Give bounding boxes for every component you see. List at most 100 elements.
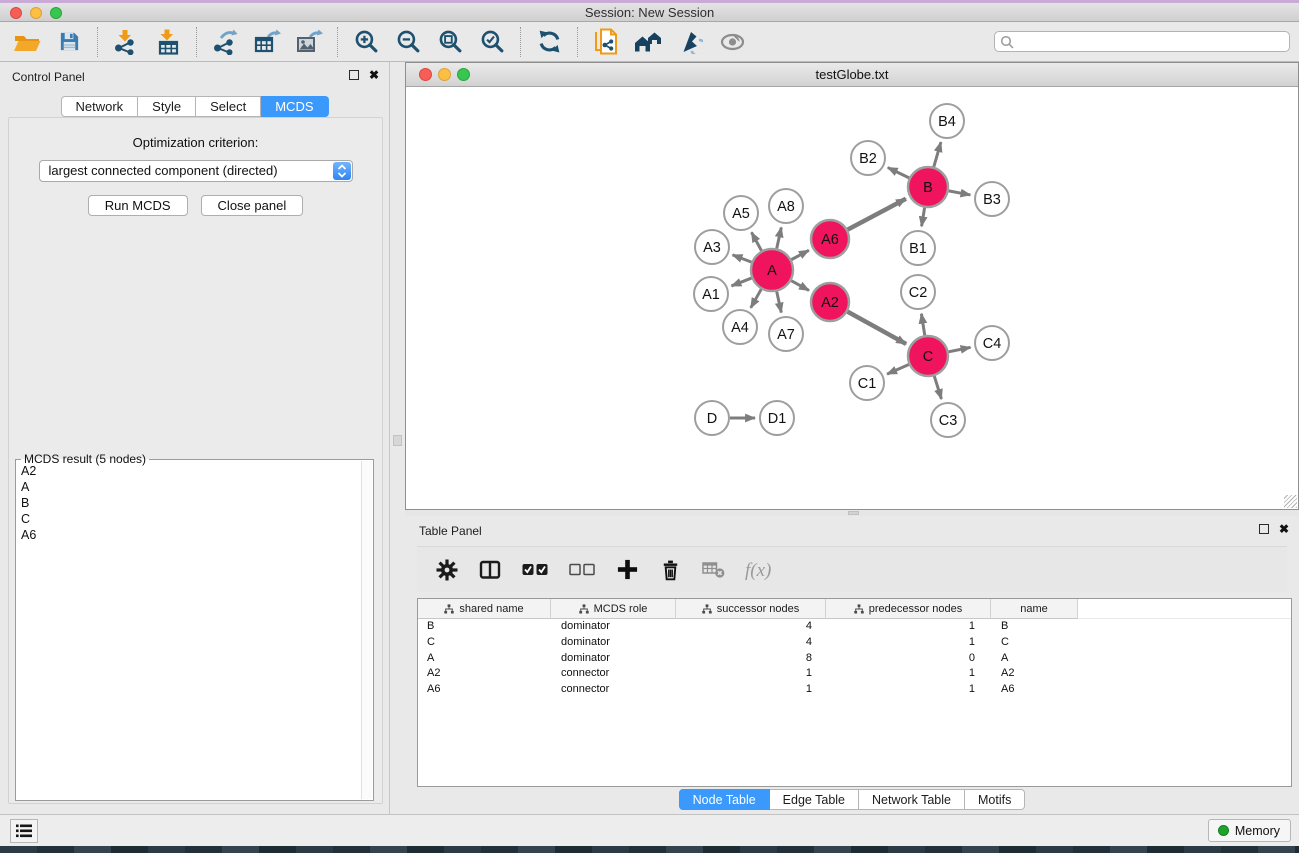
- table-cell[interactable]: 1: [826, 619, 991, 635]
- graph-edge-B-B4[interactable]: [934, 142, 941, 167]
- close-panel-icon[interactable]: ✖: [369, 70, 379, 80]
- zoom-selected-icon[interactable]: [477, 27, 507, 57]
- vertical-splitter[interactable]: [391, 62, 405, 814]
- main-titlebar[interactable]: Session: New Session: [0, 3, 1299, 22]
- close-panel-button[interactable]: Close panel: [201, 195, 304, 216]
- add-icon[interactable]: [613, 556, 641, 584]
- minimize-window-icon[interactable]: [30, 7, 42, 19]
- table-row[interactable]: A6connector11A6: [418, 682, 1291, 698]
- table-cell[interactable]: 1: [676, 682, 826, 698]
- mcds-result-item[interactable]: C: [21, 511, 359, 527]
- gear-icon[interactable]: [433, 556, 461, 584]
- table-cell[interactable]: dominator: [551, 635, 676, 651]
- graph-edge-A-A3[interactable]: [733, 255, 752, 262]
- delete-table-icon[interactable]: [699, 556, 727, 584]
- graph-edge-A-A7[interactable]: [777, 291, 782, 312]
- mcds-result-item[interactable]: B: [21, 495, 359, 511]
- close-window-icon[interactable]: [10, 7, 22, 19]
- split-column-icon[interactable]: [476, 556, 504, 584]
- table-cell[interactable]: dominator: [551, 619, 676, 635]
- graph-edge-C-C2[interactable]: [921, 314, 924, 336]
- table-row[interactable]: Cdominator41C: [418, 635, 1291, 651]
- float-panel-icon[interactable]: [349, 70, 359, 80]
- table-cell[interactable]: A2: [418, 666, 551, 682]
- graph-edge-C-C1[interactable]: [887, 364, 909, 374]
- column-header-MCDS-role[interactable]: MCDS role: [551, 599, 676, 619]
- table-cell[interactable]: connector: [551, 666, 676, 682]
- mcds-result-item[interactable]: A: [21, 479, 359, 495]
- close-network-icon[interactable]: [419, 68, 432, 81]
- export-table-icon[interactable]: [252, 27, 282, 57]
- table-cell[interactable]: A6: [991, 682, 1078, 698]
- annotation-icon[interactable]: [675, 27, 705, 57]
- import-table-icon[interactable]: [153, 27, 183, 57]
- graph-edge-A-A6[interactable]: [791, 250, 808, 259]
- table-cell[interactable]: 4: [676, 635, 826, 651]
- graph-edge-B-B2[interactable]: [888, 168, 909, 178]
- tab-edge-table[interactable]: Edge Table: [770, 789, 859, 810]
- resize-grip-icon[interactable]: [1284, 495, 1297, 508]
- graph-edge-A2-C[interactable]: [848, 312, 907, 344]
- graph-edge-A-A5[interactable]: [752, 232, 762, 250]
- clone-network-icon[interactable]: [591, 27, 621, 57]
- table-cell[interactable]: B: [991, 619, 1078, 635]
- mcds-result-item[interactable]: A2: [21, 463, 359, 479]
- home-icon[interactable]: [633, 27, 663, 57]
- close-panel-icon[interactable]: ✖: [1279, 524, 1289, 534]
- save-session-icon[interactable]: [54, 27, 84, 57]
- table-cell[interactable]: 8: [676, 651, 826, 667]
- mcds-result-item[interactable]: A6: [21, 527, 359, 543]
- result-scrollbar[interactable]: [361, 461, 372, 799]
- table-cell[interactable]: 4: [676, 619, 826, 635]
- table-row[interactable]: A2connector11A2: [418, 666, 1291, 682]
- criterion-dropdown[interactable]: largest connected component (directed): [39, 160, 353, 182]
- export-network-icon[interactable]: [210, 27, 240, 57]
- deselect-all-icon[interactable]: [566, 556, 598, 584]
- zoom-in-icon[interactable]: [351, 27, 381, 57]
- graph-edge-A6-B[interactable]: [848, 199, 906, 230]
- graph-edge-A-A8[interactable]: [777, 227, 782, 248]
- memory-button[interactable]: Memory: [1208, 819, 1291, 842]
- graph-edge-B-B1[interactable]: [922, 208, 925, 227]
- zoom-fit-icon[interactable]: [435, 27, 465, 57]
- table-row[interactable]: Bdominator41B: [418, 619, 1291, 635]
- graph-edge-A-A4[interactable]: [751, 289, 761, 308]
- column-header-name[interactable]: name: [991, 599, 1078, 619]
- float-panel-icon[interactable]: [1259, 524, 1269, 534]
- tab-network[interactable]: Network: [60, 96, 138, 117]
- run-mcds-button[interactable]: Run MCDS: [88, 195, 188, 216]
- export-image-icon[interactable]: [294, 27, 324, 57]
- select-all-icon[interactable]: [519, 556, 551, 584]
- graph-edge-A-A2[interactable]: [791, 281, 809, 291]
- minimize-network-icon[interactable]: [438, 68, 451, 81]
- tab-style[interactable]: Style: [138, 96, 196, 117]
- tab-network-table[interactable]: Network Table: [859, 789, 965, 810]
- column-header-predecessor-nodes[interactable]: predecessor nodes: [826, 599, 991, 619]
- table-cell[interactable]: A6: [418, 682, 551, 698]
- graph-edge-C-C3[interactable]: [934, 376, 941, 399]
- zoom-out-icon[interactable]: [393, 27, 423, 57]
- table-cell[interactable]: 1: [826, 682, 991, 698]
- table-cell[interactable]: A2: [991, 666, 1078, 682]
- refresh-icon[interactable]: [534, 27, 564, 57]
- table-cell[interactable]: 0: [826, 651, 991, 667]
- table-cell[interactable]: C: [991, 635, 1078, 651]
- tab-select[interactable]: Select: [196, 96, 261, 117]
- search-field[interactable]: [994, 31, 1290, 52]
- import-network-icon[interactable]: [111, 27, 141, 57]
- graph-edge-B-B3[interactable]: [949, 191, 971, 195]
- zoom-window-icon[interactable]: [50, 7, 62, 19]
- table-cell[interactable]: A: [418, 651, 551, 667]
- column-header-successor-nodes[interactable]: successor nodes: [676, 599, 826, 619]
- tab-mcds[interactable]: MCDS: [261, 96, 328, 117]
- graph-edge-C-C4[interactable]: [949, 347, 971, 351]
- splitter-handle[interactable]: [393, 435, 402, 446]
- delete-icon[interactable]: [656, 556, 684, 584]
- function-builder-icon[interactable]: f(x): [742, 556, 782, 584]
- column-header-shared-name[interactable]: shared name: [418, 599, 551, 619]
- splitter-handle[interactable]: [848, 511, 859, 515]
- table-cell[interactable]: connector: [551, 682, 676, 698]
- table-cell[interactable]: dominator: [551, 651, 676, 667]
- table-cell[interactable]: C: [418, 635, 551, 651]
- table-cell[interactable]: B: [418, 619, 551, 635]
